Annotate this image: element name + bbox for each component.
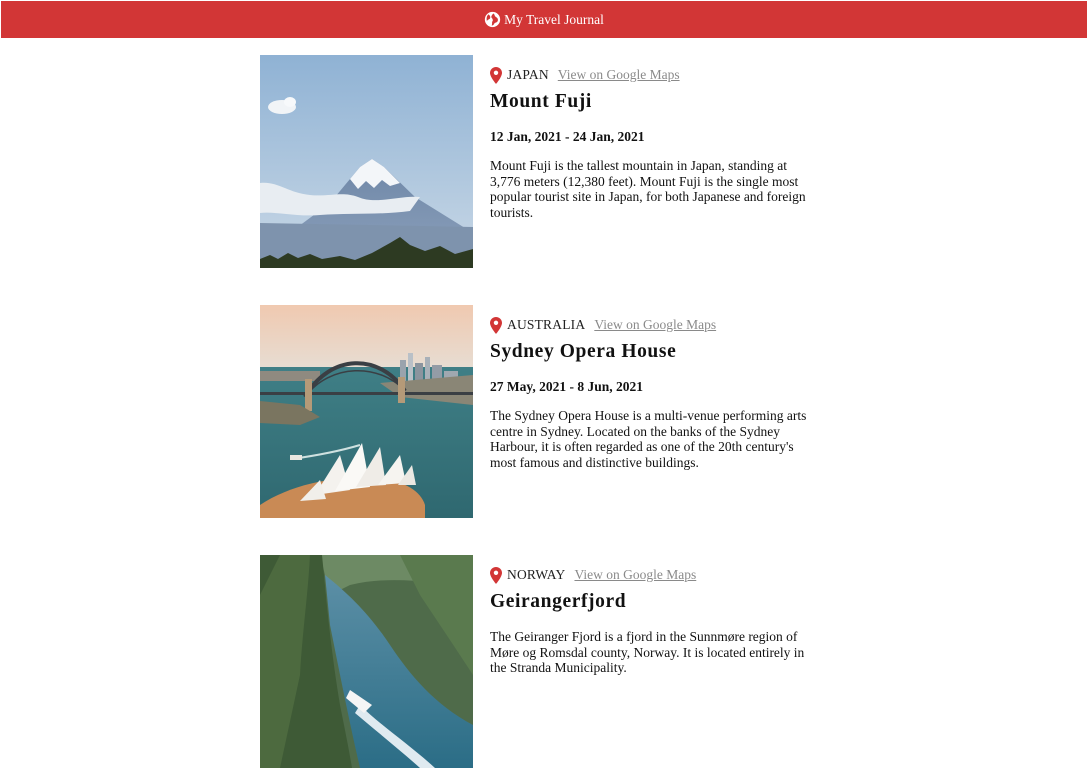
- entry-title: Mount Fuji: [490, 91, 592, 112]
- location-pin-icon: [490, 566, 502, 584]
- location-pin-icon: [490, 66, 502, 84]
- journal-entry: NORWAY View on Google Maps Geirangerfjor…: [260, 555, 820, 768]
- google-maps-link[interactable]: View on Google Maps: [558, 67, 680, 83]
- google-maps-link[interactable]: View on Google Maps: [594, 317, 716, 333]
- entry-description: The Geiranger Fjord is a fjord in the Su…: [490, 629, 805, 675]
- globe-icon: [484, 11, 501, 28]
- entry-description: Mount Fuji is the tallest mountain in Ja…: [490, 158, 806, 220]
- entry-dates: 12 Jan, 2021 - 24 Jan, 2021: [490, 129, 645, 144]
- entry-photo-sydney-opera-house: [260, 305, 473, 518]
- app-title: My Travel Journal: [504, 11, 604, 27]
- country-label: JAPAN: [507, 67, 549, 82]
- google-maps-link[interactable]: View on Google Maps: [574, 567, 696, 583]
- location-row: NORWAY View on Google Maps: [490, 565, 820, 585]
- app-header: My Travel Journal: [1, 1, 1087, 38]
- journal-entry: AUSTRALIA View on Google Maps Sydney Ope…: [260, 305, 820, 518]
- journal-entry: JAPAN View on Google Maps Mount Fuji 12 …: [260, 55, 820, 268]
- entry-title: Sydney Opera House: [490, 341, 677, 362]
- country-label: AUSTRALIA: [507, 317, 586, 332]
- country-label: NORWAY: [507, 567, 566, 582]
- entry-description: The Sydney Opera House is a multi-venue …: [490, 408, 807, 470]
- entry-photo-geirangerfjord: [260, 555, 473, 768]
- entry-dates: 27 May, 2021 - 8 Jun, 2021: [490, 379, 644, 394]
- location-row: JAPAN View on Google Maps: [490, 65, 820, 85]
- entry-photo-mount-fuji: [260, 55, 473, 268]
- entry-info: AUSTRALIA View on Google Maps Sydney Ope…: [490, 315, 820, 470]
- entry-info: JAPAN View on Google Maps Mount Fuji 12 …: [490, 65, 820, 220]
- location-row: AUSTRALIA View on Google Maps: [490, 315, 820, 335]
- entry-title: Geirangerfjord: [490, 591, 627, 612]
- entry-info: NORWAY View on Google Maps Geirangerfjor…: [490, 565, 820, 676]
- location-pin-icon: [490, 316, 502, 334]
